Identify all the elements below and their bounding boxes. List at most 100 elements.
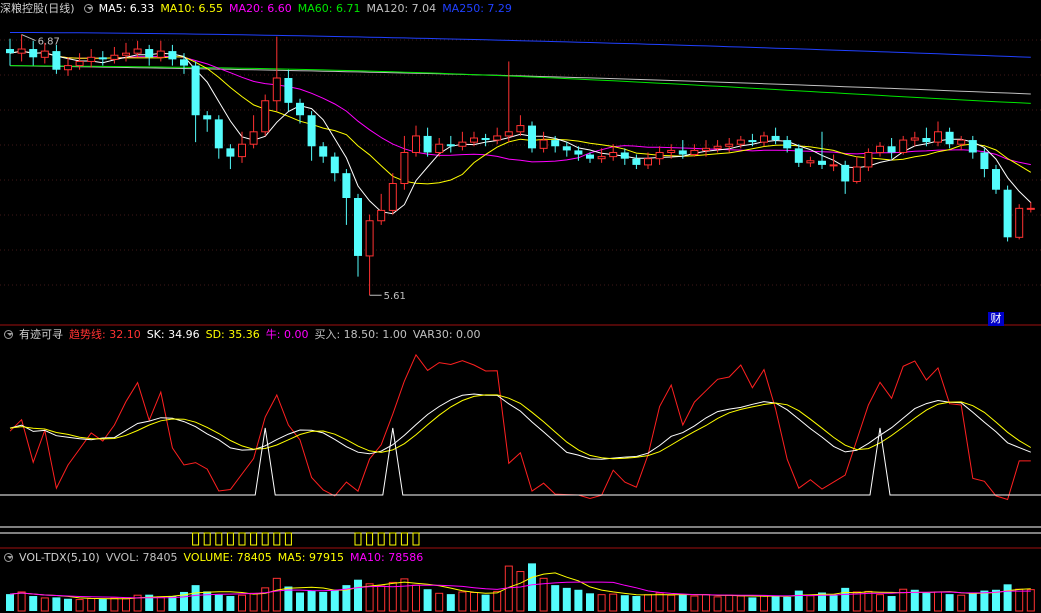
candle-body (145, 49, 154, 58)
signal-line (0, 427, 1041, 496)
candle-body (655, 151, 664, 160)
candle (887, 138, 896, 159)
volume-bar (934, 591, 942, 612)
candle (342, 169, 351, 225)
candle (122, 42, 130, 62)
volume-bar (6, 594, 14, 611)
candle-body (191, 65, 200, 116)
volume-bar (980, 590, 989, 611)
candle-body (968, 140, 977, 153)
candle (226, 144, 235, 170)
candle (365, 214, 374, 296)
volume-bar (852, 591, 861, 612)
dropdown-icon[interactable] (4, 553, 13, 562)
volume-header: VOL-TDX(5,10) VVOL: 78405 VOLUME: 78405 MA5… (0, 550, 429, 566)
candle (504, 61, 513, 143)
candle-body (841, 164, 850, 182)
volume-bar (29, 596, 38, 611)
candle-body (122, 52, 130, 56)
candle (992, 164, 1000, 194)
dropdown-icon[interactable] (4, 330, 13, 339)
candle-body (470, 137, 478, 143)
candle (968, 135, 977, 159)
volume-bar (249, 592, 258, 612)
candle-body (574, 150, 583, 155)
indicator-title[interactable]: 有迹可寻 (19, 328, 63, 341)
candle-body (736, 139, 745, 145)
volume-bar (806, 595, 815, 612)
buy-signal-box (226, 532, 234, 546)
candle (110, 46, 119, 64)
volume-bar (678, 594, 687, 611)
candle-body (52, 51, 61, 70)
candle-body (586, 154, 594, 159)
volume-bar (412, 584, 420, 612)
stock-title[interactable]: 深粮控股(日线) (0, 2, 75, 15)
volume-bar (40, 597, 49, 612)
candle-body (365, 220, 374, 257)
candle-body (412, 135, 420, 153)
volume-bar (261, 587, 270, 612)
candle-body (493, 135, 502, 141)
finance-badge[interactable]: 财 (988, 312, 1004, 326)
volume-legend: VOLUME: 78405 (183, 551, 272, 564)
volume-bar (1015, 588, 1024, 612)
volume-bar (400, 578, 409, 612)
candle (493, 127, 502, 145)
vol-ma5-legend: MA5: 97915 (277, 551, 345, 564)
sd-legend: SD: 35.36 (205, 328, 260, 341)
candle-body (261, 100, 270, 133)
volume-bar (713, 596, 722, 612)
candle-body (458, 141, 467, 147)
candle (52, 44, 61, 74)
volume-bar (354, 579, 362, 611)
candle (899, 135, 908, 155)
candle (261, 94, 270, 136)
buy-signal-box (261, 532, 269, 546)
candle-body (388, 183, 397, 211)
candle-body (957, 139, 966, 145)
volume-bar (168, 596, 177, 611)
candle-body (226, 148, 235, 157)
volume-bar (481, 594, 490, 611)
candle-body (876, 145, 884, 153)
candle-body (562, 146, 571, 151)
volume-bar (887, 596, 896, 611)
buy-signal-box (389, 532, 397, 546)
volume-bar (52, 597, 61, 611)
buy-signal-box (377, 532, 385, 546)
candle-body (667, 149, 676, 153)
candle-body (934, 131, 942, 143)
volume-bar (771, 596, 780, 611)
volume-bar (620, 595, 629, 611)
candle (644, 152, 652, 170)
stock-chart[interactable]: 6.87 5.61 (0, 0, 1041, 613)
candle (272, 36, 281, 112)
candle (98, 51, 107, 66)
volume-bar (319, 591, 328, 611)
buy-signal-box (192, 532, 200, 546)
dropdown-icon[interactable] (83, 4, 93, 13)
candle-body (203, 115, 212, 120)
volume-title[interactable]: VOL-TDX(5,10) (19, 551, 100, 564)
candle-body (307, 115, 316, 147)
volume-bar (783, 596, 792, 611)
candle-body (597, 156, 606, 160)
candle-body (528, 125, 536, 149)
candle-body (330, 156, 339, 174)
volume-bar (655, 592, 664, 612)
volume-bar (760, 594, 768, 612)
candle-body (702, 147, 710, 151)
ma60-legend: MA60: 6.71 (297, 2, 361, 15)
volume-bar (632, 596, 641, 611)
candle-body (342, 173, 351, 198)
volume-bar (551, 585, 560, 611)
candle-body (678, 150, 687, 155)
candle-body (1026, 207, 1035, 210)
candle (957, 135, 966, 151)
candle (249, 115, 258, 149)
ma250-legend: MA250: 7.29 (442, 2, 512, 15)
candle-body (400, 151, 409, 185)
candle (64, 57, 72, 76)
candle (841, 160, 850, 194)
